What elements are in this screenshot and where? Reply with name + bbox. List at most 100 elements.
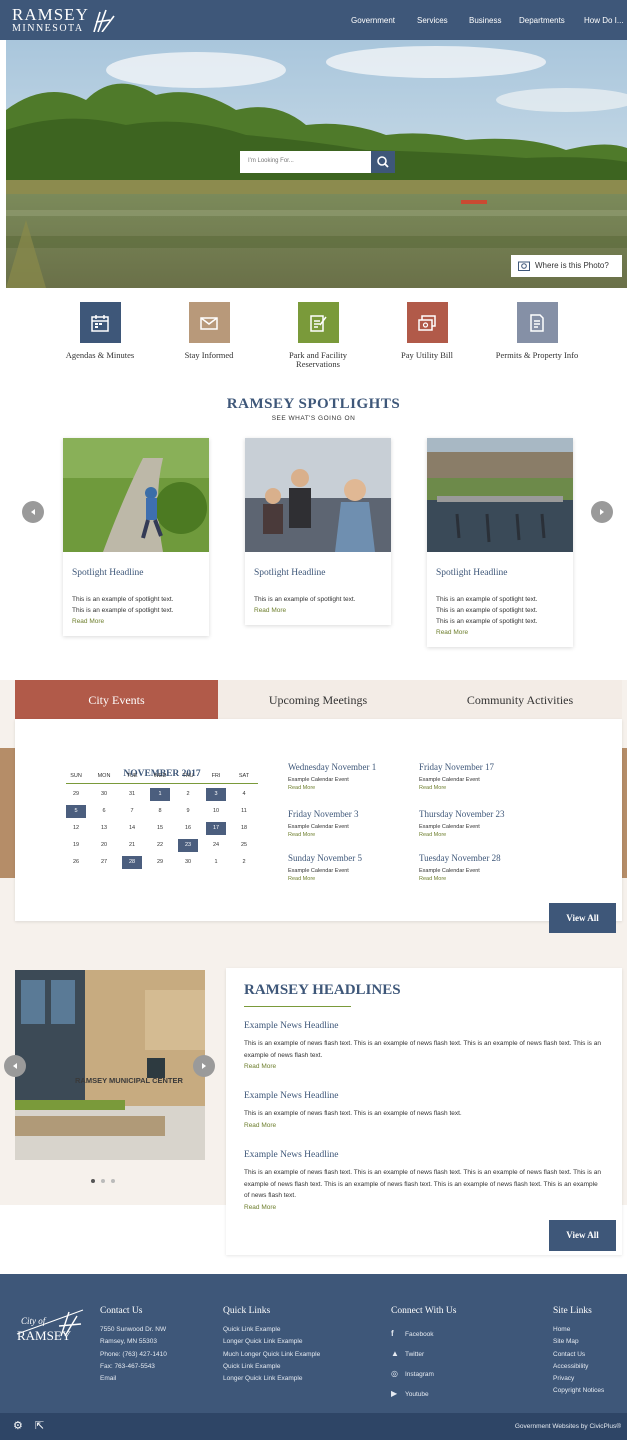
calendar-day[interactable]: 7 xyxy=(122,805,142,818)
calendar-day[interactable]: 9 xyxy=(178,805,198,818)
quick-link-pay-utility[interactable]: Pay Utility Bill xyxy=(377,302,477,360)
calendar-day[interactable]: 10 xyxy=(206,805,226,818)
calendar-day[interactable]: 14 xyxy=(122,822,142,835)
nav-business[interactable]: Business xyxy=(469,16,501,25)
email-link[interactable]: Email xyxy=(100,1373,167,1385)
calendar-day[interactable]: 22 xyxy=(150,839,170,852)
spotlight-card[interactable]: Spotlight Headline This is an example of… xyxy=(427,438,573,647)
calendar-day[interactable]: 27 xyxy=(94,856,114,869)
where-is-this-photo-button[interactable]: Where is this Photo? xyxy=(511,255,622,277)
calendar-day[interactable]: 31 xyxy=(122,788,142,801)
slider-dot[interactable] xyxy=(111,1179,115,1183)
calendar-day[interactable]: 29 xyxy=(66,788,86,801)
calendar-day[interactable]: 13 xyxy=(94,822,114,835)
calendar-day[interactable]: 26 xyxy=(66,856,86,869)
calendar-day[interactable]: 18 xyxy=(234,822,254,835)
calendar-day-event[interactable]: 5 xyxy=(66,805,86,818)
events-view-all-button[interactable]: View All xyxy=(549,903,616,933)
instagram-link[interactable]: ◎ Instagram xyxy=(391,1364,456,1384)
spotlight-card[interactable]: Spotlight Headline This is an example of… xyxy=(245,438,391,625)
read-more-link[interactable]: Read More xyxy=(419,875,501,883)
read-more-link[interactable]: Read More xyxy=(288,784,376,792)
footer-link[interactable]: Privacy xyxy=(553,1373,604,1385)
footer-link[interactable]: Much Longer Quick Link Example xyxy=(223,1349,320,1361)
search-input[interactable]: I'm Looking For... xyxy=(240,151,371,173)
calendar-day[interactable]: 24 xyxy=(206,839,226,852)
event-item[interactable]: Friday November 17 Example Calendar Even… xyxy=(419,762,494,792)
calendar-day[interactable]: 1 xyxy=(206,856,226,869)
calendar-day-event[interactable]: 1 xyxy=(150,788,170,801)
news-item[interactable]: Example News Headline This is an example… xyxy=(244,1020,604,1073)
calendar-day[interactable]: 11 xyxy=(234,805,254,818)
footer-link[interactable]: Copyright Notices xyxy=(553,1385,604,1397)
calendar-day[interactable]: 6 xyxy=(94,805,114,818)
gear-icon[interactable]: ⚙ xyxy=(13,1419,23,1432)
calendar-day[interactable]: 30 xyxy=(178,856,198,869)
nav-services[interactable]: Services xyxy=(417,16,448,25)
footer-link[interactable]: Accessibility xyxy=(553,1361,604,1373)
event-item[interactable]: Sunday November 5 Example Calendar Event… xyxy=(288,853,362,883)
calendar-day[interactable]: 8 xyxy=(150,805,170,818)
footer-link[interactable]: Home xyxy=(553,1324,604,1336)
twitter-link[interactable]: ▲ Twitter xyxy=(391,1344,456,1364)
facebook-link[interactable]: f Facebook xyxy=(391,1324,456,1344)
calendar-day[interactable]: 19 xyxy=(66,839,86,852)
tab-city-events[interactable]: City Events xyxy=(15,680,218,719)
calendar-day[interactable]: 30 xyxy=(94,788,114,801)
calendar-day-event[interactable]: 23 xyxy=(178,839,198,852)
tab-community-activities[interactable]: Community Activities xyxy=(418,680,622,719)
nav-how-do-i[interactable]: How Do I... xyxy=(584,16,624,25)
footer-link[interactable]: Quick Link Example xyxy=(223,1324,320,1336)
search-button[interactable] xyxy=(371,151,395,173)
calendar-day[interactable]: 12 xyxy=(66,822,86,835)
read-more-link[interactable]: Read More xyxy=(288,875,362,883)
spotlight-prev-arrow[interactable] xyxy=(22,501,44,523)
read-more-link[interactable]: Read More xyxy=(245,605,391,625)
event-item[interactable]: Wednesday November 1 Example Calendar Ev… xyxy=(288,762,376,792)
quick-link-permits[interactable]: Permits & Property Info xyxy=(487,302,587,360)
read-more-link[interactable]: Read More xyxy=(244,1061,604,1073)
event-item[interactable]: Thursday November 23 Example Calendar Ev… xyxy=(419,809,504,839)
calendar-day-event[interactable]: 17 xyxy=(206,822,226,835)
tab-upcoming-meetings[interactable]: Upcoming Meetings xyxy=(218,680,418,719)
nav-government[interactable]: Government xyxy=(351,16,395,25)
slider-dot-active[interactable] xyxy=(91,1179,95,1183)
footer-logo[interactable]: City of RAMSEY xyxy=(15,1306,85,1352)
read-more-link[interactable]: Read More xyxy=(63,616,209,636)
calendar-day[interactable]: 25 xyxy=(234,839,254,852)
nav-departments[interactable]: Departments xyxy=(519,16,565,25)
calendar-day[interactable]: 15 xyxy=(150,822,170,835)
spotlight-card[interactable]: Spotlight Headline This is an example of… xyxy=(63,438,209,636)
calendar-day[interactable]: 4 xyxy=(234,788,254,801)
headline-prev-arrow[interactable] xyxy=(4,1055,26,1077)
headline-next-arrow[interactable] xyxy=(193,1055,215,1077)
event-item[interactable]: Friday November 3 Example Calendar Event… xyxy=(288,809,358,839)
headlines-view-all-button[interactable]: View All xyxy=(549,1220,616,1251)
quick-link-stay-informed[interactable]: Stay Informed xyxy=(159,302,259,360)
site-logo[interactable]: RAMSEY MINNESOTA xyxy=(12,6,89,34)
footer-link[interactable]: Quick Link Example xyxy=(223,1361,320,1373)
read-more-link[interactable]: Read More xyxy=(288,831,358,839)
news-item[interactable]: Example News Headline This is an example… xyxy=(244,1090,604,1131)
calendar-day[interactable]: 21 xyxy=(122,839,142,852)
read-more-link[interactable]: Read More xyxy=(244,1202,604,1214)
quick-link-agendas[interactable]: Agendas & Minutes xyxy=(50,302,150,360)
news-item[interactable]: Example News Headline This is an example… xyxy=(244,1149,604,1213)
calendar-day[interactable]: 2 xyxy=(234,856,254,869)
youtube-link[interactable]: ▶ Youtube xyxy=(391,1384,456,1404)
event-item[interactable]: Tuesday November 28 Example Calendar Eve… xyxy=(419,853,501,883)
spotlight-next-arrow[interactable] xyxy=(591,501,613,523)
calendar-day[interactable]: 16 xyxy=(178,822,198,835)
footer-link[interactable]: Site Map xyxy=(553,1336,604,1348)
quick-link-park-reservations[interactable]: Park and Facility Reservations xyxy=(268,302,368,370)
calendar-day[interactable]: 29 xyxy=(150,856,170,869)
footer-link[interactable]: Longer Quick Link Example xyxy=(223,1336,320,1348)
read-more-link[interactable]: Read More xyxy=(419,784,494,792)
calendar-day[interactable]: 20 xyxy=(94,839,114,852)
civicplus-credit-link[interactable]: Government Websites by CivicPlus® xyxy=(515,1423,621,1430)
share-icon[interactable]: ⇱ xyxy=(35,1419,44,1432)
calendar-day[interactable]: 2 xyxy=(178,788,198,801)
read-more-link[interactable]: Read More xyxy=(419,831,504,839)
footer-link[interactable]: Longer Quick Link Example xyxy=(223,1373,320,1385)
calendar-day-event[interactable]: 3 xyxy=(206,788,226,801)
